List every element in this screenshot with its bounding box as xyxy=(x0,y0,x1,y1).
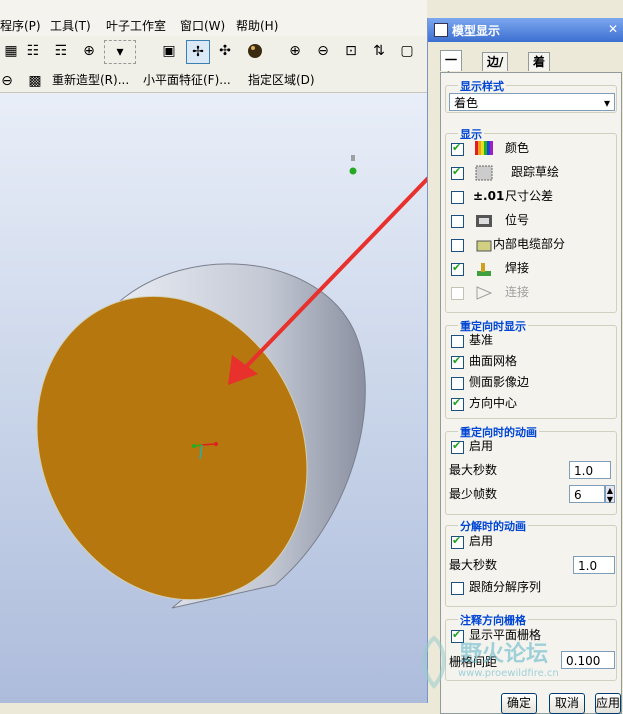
tab-edges-lines[interactable]: 边/线 xyxy=(482,52,509,87)
display-legend: 显示 xyxy=(458,126,484,142)
explode-max-seconds-label: 最大秒数 xyxy=(449,558,498,572)
ok-button[interactable]: 确定 xyxy=(501,693,537,714)
spinner-arrows-icon[interactable]: ▲ ▼ xyxy=(605,485,615,504)
orient-icon[interactable]: ⇅ xyxy=(368,40,390,62)
display-style-select[interactable]: 着色 ▾ xyxy=(449,93,615,111)
display-style-legend: 显示样式 xyxy=(458,78,506,94)
cable-label: 内部电缆部分 xyxy=(493,237,566,251)
selection-box-icon[interactable]: ▾ xyxy=(104,40,136,64)
dialog-titlebar[interactable]: 模型显示 ✕ xyxy=(428,18,623,42)
dialog-title: 模型显示 xyxy=(452,24,501,38)
connection-icon xyxy=(476,286,493,300)
follow-explode-sequence-checkbox[interactable] xyxy=(451,582,464,595)
watermark-title: 野火论坛 xyxy=(460,642,549,667)
menu-help[interactable]: 帮助(H) xyxy=(236,18,278,34)
watermark: 野火论坛 www.proewildfire.cn xyxy=(414,632,594,692)
explode-max-seconds-input[interactable]: 1.0 xyxy=(573,556,615,574)
ref-designator-label: 位号 xyxy=(505,213,530,227)
zoom-out-icon[interactable]: ⊖ xyxy=(312,40,334,62)
tolerance-label: 尺寸公差 xyxy=(505,189,554,203)
tree-icon[interactable]: ☷ xyxy=(22,40,44,62)
saved-view-icon[interactable]: ▢ xyxy=(396,40,418,62)
cable-checkbox[interactable] xyxy=(451,239,464,252)
tree-filter-icon[interactable]: ☶ xyxy=(50,40,72,62)
menu-window[interactable]: 窗口(W) xyxy=(180,18,225,34)
status-light-icon xyxy=(349,155,357,175)
refit-icon[interactable]: ⊡ xyxy=(340,40,362,62)
apply-button[interactable]: 应用 xyxy=(595,693,621,714)
close-icon[interactable]: ✕ xyxy=(608,22,623,38)
watermark-logo xyxy=(422,635,446,690)
chevron-down-icon[interactable]: ▾ xyxy=(604,94,610,112)
watermark-url: www.proewildfire.cn xyxy=(458,668,559,679)
explode-animation-enable-checkbox[interactable] xyxy=(451,534,464,549)
orient-center-checkbox[interactable] xyxy=(451,396,464,411)
weld-label: 焊接 xyxy=(505,261,530,275)
color-label: 颜色 xyxy=(505,141,530,155)
weld-icon xyxy=(477,263,491,276)
tab-shading[interactable]: 着色 xyxy=(528,52,551,87)
regenerate-button[interactable]: 重新造型(R)... xyxy=(52,72,129,88)
reorient-animation-enable-checkbox[interactable] xyxy=(451,439,464,454)
datum-display-icon[interactable]: ✢ xyxy=(186,40,210,64)
trace-sketch-icon xyxy=(475,165,493,181)
cable-icon xyxy=(476,240,492,252)
color-checkbox[interactable] xyxy=(451,141,464,156)
weld-checkbox[interactable] xyxy=(451,261,464,276)
model-canvas xyxy=(36,155,427,609)
ref-designator-checkbox[interactable] xyxy=(451,215,464,228)
trace-sketch-label: 跟踪草绘 xyxy=(511,165,560,179)
color-palette-icon xyxy=(475,141,493,155)
reorient-max-seconds-input[interactable]: 1.0 xyxy=(569,461,611,479)
spin-center-icon[interactable]: ✣ xyxy=(214,40,236,62)
model-display-dialog: 模型显示 ✕ 一般 边/线 着色 显示样式 着色 ▾ 显示 颜色 跟踪草绘 ±.… xyxy=(427,18,623,714)
trace-sketch-checkbox[interactable] xyxy=(451,165,464,180)
ref-designator-icon xyxy=(476,215,492,227)
menu-leaf-studio[interactable]: 叶子工作室 xyxy=(106,18,166,34)
menu-tools[interactable]: 工具(T) xyxy=(50,18,91,34)
explode-animation-enable-label: 启用 xyxy=(469,534,494,548)
min-fps-stepper[interactable]: 6 xyxy=(569,485,605,503)
datum-label: 基准 xyxy=(469,333,494,347)
menu-program[interactable]: 程序(P) xyxy=(0,18,41,34)
silhouette-edge-label: 侧面影像边 xyxy=(469,375,530,389)
zoom-in-icon[interactable]: ⊕ xyxy=(284,40,306,62)
orient-center-label: 方向中心 xyxy=(469,396,518,410)
layer-icon[interactable]: ▦ xyxy=(0,40,22,62)
display-style-value: 着色 xyxy=(454,96,479,110)
lock-icon[interactable]: ⊖ xyxy=(0,70,14,92)
connection-checkbox[interactable] xyxy=(451,287,464,300)
tab-general[interactable]: 一般 xyxy=(440,50,463,85)
tolerance-icon: ±.01 xyxy=(473,189,505,203)
sketch-view-icon[interactable]: ▣ xyxy=(158,40,180,62)
specify-region-button[interactable]: 指定区域(D) xyxy=(248,72,315,88)
small-plane-feature-button[interactable]: 小平面特征(F)... xyxy=(143,72,231,88)
connection-label: 连接 xyxy=(505,285,530,299)
reorient-max-seconds-label: 最大秒数 xyxy=(449,463,498,477)
regenerate-icon[interactable]: ▩ xyxy=(24,70,46,92)
window-icon xyxy=(434,23,448,37)
shaded-sphere-icon[interactable] xyxy=(244,40,266,62)
silhouette-edge-checkbox[interactable] xyxy=(451,377,464,390)
min-fps-label: 最少帧数 xyxy=(449,487,498,501)
surface-mesh-checkbox[interactable] xyxy=(451,354,464,369)
reorient-animation-enable-label: 启用 xyxy=(469,439,494,453)
model-viewport[interactable] xyxy=(0,93,427,703)
display-group: 显示 xyxy=(445,126,617,313)
cancel-button[interactable]: 取消 xyxy=(549,693,585,714)
datum-checkbox[interactable] xyxy=(451,335,464,348)
tab-panel-general: 显示样式 着色 ▾ 显示 颜色 跟踪草绘 ±.01 尺寸公差 位号 内部电缆部分… xyxy=(440,72,622,714)
surface-mesh-label: 曲面网格 xyxy=(469,354,518,368)
binoculars-icon[interactable]: ⊕ xyxy=(78,40,100,62)
follow-explode-sequence-label: 跟随分解序列 xyxy=(469,580,542,594)
tolerance-checkbox[interactable] xyxy=(451,191,464,204)
